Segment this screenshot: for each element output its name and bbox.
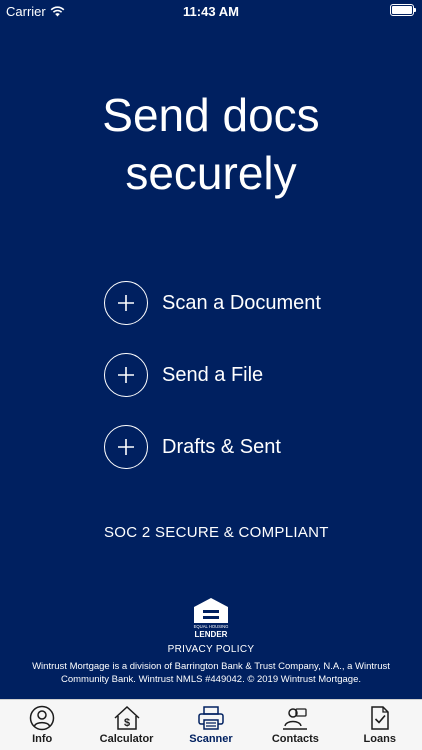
house-dollar-icon: $	[114, 705, 140, 730]
tab-loans[interactable]: Loans	[338, 700, 422, 745]
disclaimer-text: Wintrust Mortgage is a division of Barri…	[32, 661, 390, 685]
tab-calculator[interactable]: $ Calculator	[85, 700, 169, 745]
page-title-line2: securely	[125, 147, 297, 199]
contacts-icon	[283, 708, 308, 730]
document-check-icon	[371, 706, 389, 730]
svg-text:EQUAL HOUSING: EQUAL HOUSING	[194, 624, 229, 629]
plus-icon	[104, 353, 148, 397]
equal-housing-lender-logo: EQUAL HOUSING LENDER	[0, 597, 422, 639]
privacy-policy-link[interactable]: PRIVACY POLICY	[0, 644, 422, 655]
tab-contacts-label: Contacts	[271, 733, 319, 745]
tab-info[interactable]: Info	[0, 700, 84, 745]
action-list: Scan a Document Send a File Drafts & Sen…	[104, 280, 321, 496]
svg-text:$: $	[124, 717, 130, 729]
tab-loans-label: Loans	[363, 733, 396, 745]
equal-housing-icon: EQUAL HOUSING LENDER	[194, 598, 229, 639]
svg-text:LENDER: LENDER	[195, 630, 228, 639]
scan-document-label: Scan a Document	[162, 291, 321, 314]
person-icon	[29, 705, 55, 731]
page-title-line1: Send docs	[102, 89, 320, 141]
drafts-sent-button[interactable]: Drafts & Sent	[104, 424, 321, 470]
plus-icon	[104, 425, 148, 469]
status-time: 11:43 AM	[183, 4, 239, 19]
tab-contacts[interactable]: Contacts	[253, 700, 337, 745]
page-title: Send docs securely	[0, 86, 422, 202]
tab-info-label: Info	[32, 733, 53, 745]
status-bar: Carrier 11:43 AM	[0, 0, 422, 24]
send-file-label: Send a File	[162, 363, 264, 386]
send-file-button[interactable]: Send a File	[104, 352, 321, 398]
battery-icon	[390, 4, 416, 16]
tab-scanner-label: Scanner	[189, 733, 233, 745]
scan-document-button[interactable]: Scan a Document	[104, 280, 321, 326]
plus-icon	[104, 281, 148, 325]
tab-bar: Info $ Calculator Scanner Contacts Loans	[0, 699, 422, 750]
drafts-sent-label: Drafts & Sent	[162, 435, 281, 458]
soc-compliance-text: SOC 2 SECURE & COMPLIANT	[104, 524, 329, 541]
tab-scanner[interactable]: Scanner	[169, 700, 253, 745]
tab-calculator-label: Calculator	[99, 733, 154, 745]
printer-icon	[198, 706, 224, 730]
